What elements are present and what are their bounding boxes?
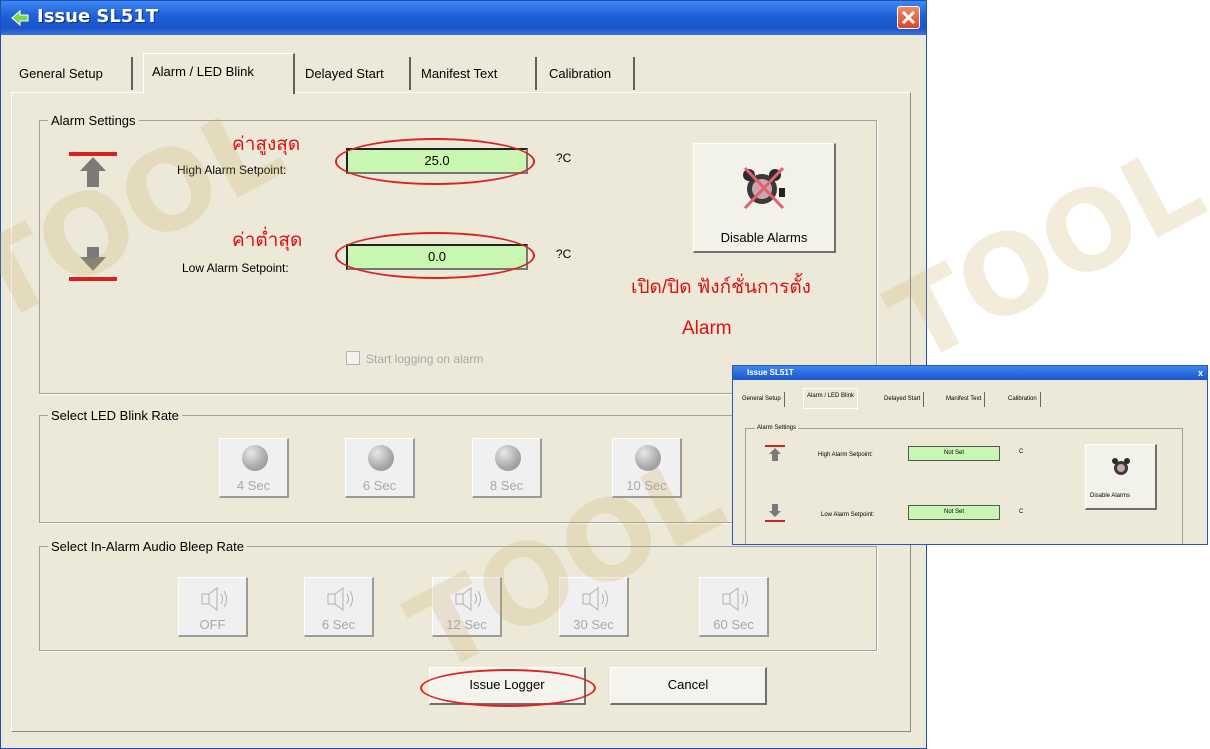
- cancel-button[interactable]: Cancel: [610, 667, 767, 705]
- inset-tab-delayed: Delayed Start: [881, 392, 925, 407]
- audio-60-sec-button[interactable]: 60 Sec: [699, 577, 769, 637]
- inset-high-unit: C: [1019, 449, 1024, 455]
- led-8-sec-button[interactable]: 8 Sec: [472, 438, 542, 498]
- inset-tab-manifest: Manifest Text: [943, 392, 986, 407]
- inset-tab-general: General Setup: [739, 392, 785, 407]
- led-6-sec-button[interactable]: 6 Sec: [345, 438, 415, 498]
- audio-60-sec-label: 60 Sec: [713, 617, 754, 632]
- app-icon: [11, 9, 29, 27]
- led-10-sec-button[interactable]: 10 Sec: [612, 438, 682, 498]
- tab-calibration[interactable]: Calibration: [541, 57, 635, 90]
- led-8-sec-label: 8 Sec: [489, 478, 524, 493]
- led-blink-legend: Select LED Blink Rate: [51, 408, 179, 423]
- speaker-icon: [327, 587, 353, 611]
- led-6-sec-label: 6 Sec: [362, 478, 397, 493]
- tab-general-setup[interactable]: General Setup: [11, 57, 133, 90]
- inset-high-icon: [765, 445, 785, 461]
- low-alarm-unit: ?C: [556, 247, 572, 261]
- speaker-icon: [582, 587, 608, 611]
- led-4-sec-button[interactable]: 4 Sec: [219, 438, 289, 498]
- high-alarm-highlight: [335, 138, 535, 185]
- inset-tab-alarm: Alarm / LED Blink: [803, 388, 859, 409]
- inset-high-label: High Alarm Setpoint:: [818, 452, 873, 458]
- toggle-annotation: เปิด/ปิด ฟังก์ชั่นการตั้ง: [631, 277, 811, 298]
- inset-screenshot: Issue SL51T x General Setup Alarm / LED …: [732, 365, 1208, 545]
- speaker-icon: [201, 587, 227, 611]
- audio-12-sec-label: 12 Sec: [446, 617, 487, 632]
- low-annotation: ค่าต่ำสุด: [232, 230, 303, 251]
- high-annotation: ค่าสูงสุด: [232, 134, 301, 155]
- led-icon: [635, 445, 661, 471]
- audio-30-sec-label: 30 Sec: [573, 617, 614, 632]
- inset-tab-calibration: Calibration: [1005, 392, 1041, 407]
- low-alarm-highlight: [335, 232, 535, 279]
- led-icon: [368, 445, 394, 471]
- inset-low-label: Low Alarm Setpoint:: [821, 512, 875, 518]
- issue-logger-highlight: [420, 669, 596, 707]
- speaker-icon: [455, 587, 481, 611]
- audio-30-sec-button[interactable]: 30 Sec: [559, 577, 629, 637]
- inset-alarm-clock-icon: [1112, 458, 1130, 475]
- tab-delayed-start[interactable]: Delayed Start: [297, 57, 411, 90]
- low-alarm-label: Low Alarm Setpoint:: [182, 261, 289, 275]
- high-alarm-unit: ?C: [556, 151, 572, 165]
- audio-off-button[interactable]: OFF: [178, 577, 248, 637]
- alarm-settings-legend: Alarm Settings: [51, 113, 136, 128]
- audio-off-label: OFF: [199, 617, 226, 632]
- inset-title-bar: Issue SL51T x: [733, 366, 1207, 380]
- start-logging-label: Start logging on alarm: [366, 352, 484, 366]
- inset-title: Issue SL51T: [747, 368, 794, 377]
- close-icon: [901, 10, 916, 25]
- tab-alarm-led-blink[interactable]: Alarm / LED Blink: [143, 53, 295, 94]
- inset-low-icon: [765, 504, 785, 522]
- audio-bleep-legend: Select In-Alarm Audio Bleep Rate: [51, 539, 244, 554]
- audio-12-sec-button[interactable]: 12 Sec: [432, 577, 502, 637]
- tab-manifest-text[interactable]: Manifest Text: [413, 57, 537, 90]
- high-alarm-icon: [69, 152, 117, 187]
- title-bar[interactable]: Issue SL51T: [1, 1, 926, 35]
- led-icon: [495, 445, 521, 471]
- close-button[interactable]: [897, 6, 920, 29]
- led-icon: [242, 445, 268, 471]
- inset-disable-button: Disable Alarms: [1085, 444, 1157, 510]
- checkbox-icon: [346, 351, 360, 365]
- low-alarm-icon: [69, 247, 117, 281]
- led-4-sec-label: 4 Sec: [236, 478, 271, 493]
- inset-high-field: Not Set: [908, 446, 1000, 461]
- start-logging-checkbox[interactable]: Start logging on alarm: [346, 351, 483, 366]
- alarm-clock-icon: [743, 166, 785, 210]
- disable-alarms-label: Disable Alarms: [720, 230, 808, 245]
- window-title: Issue SL51T: [37, 6, 159, 27]
- toggle-annotation-alarm: Alarm: [682, 318, 732, 339]
- inset-low-unit: C: [1019, 509, 1024, 515]
- inset-low-field: Not Set: [908, 505, 1000, 520]
- disable-alarms-button[interactable]: Disable Alarms: [693, 143, 836, 253]
- inset-disable-label: Disable Alarms: [1090, 493, 1131, 499]
- high-alarm-label: High Alarm Setpoint:: [177, 163, 287, 177]
- audio-6-sec-label: 6 Sec: [321, 617, 356, 632]
- inset-close-icon: x: [1197, 368, 1203, 378]
- speaker-icon: [722, 587, 748, 611]
- inset-alarm-legend: Alarm Settings: [755, 425, 799, 431]
- audio-6-sec-button[interactable]: 6 Sec: [304, 577, 374, 637]
- led-10-sec-label: 10 Sec: [626, 478, 667, 493]
